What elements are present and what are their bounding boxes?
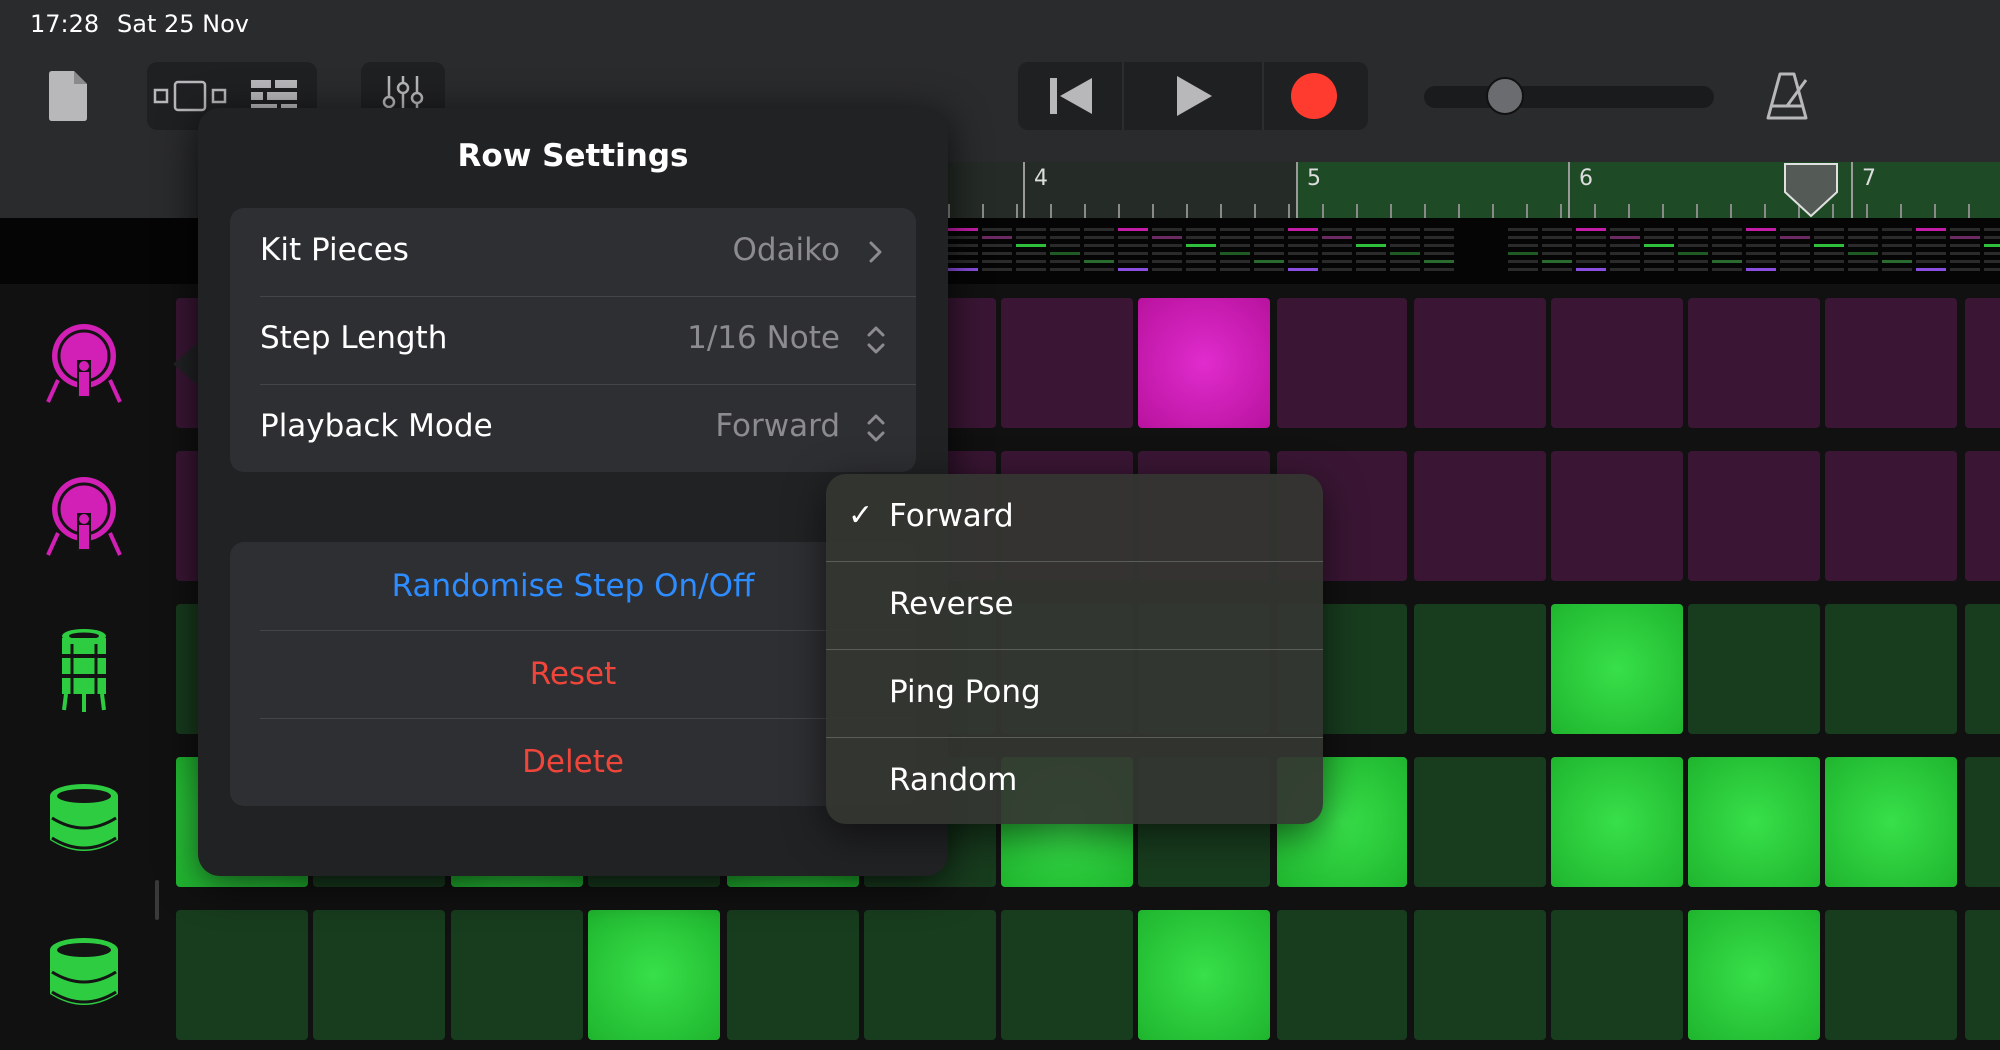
chevron-up-down-icon — [867, 414, 885, 442]
chevron-right-icon — [869, 241, 882, 263]
popover-title: Row Settings — [457, 138, 689, 174]
playback-mode-row[interactable]: Playback Mode Forward — [230, 384, 916, 472]
bar-number: 5 — [1307, 166, 1321, 191]
step-pad[interactable] — [1688, 910, 1820, 1040]
master-volume-thumb[interactable] — [1486, 77, 1524, 115]
chevron-up-down-icon — [867, 326, 885, 354]
settings-group: Kit Pieces Odaiko Step Length 1/16 Note … — [230, 208, 916, 472]
step-pad[interactable] — [727, 910, 859, 1040]
menu-item-ping-pong[interactable]: Ping Pong — [826, 650, 1323, 738]
taiko-drum-icon[interactable] — [44, 778, 124, 868]
bar-number: 6 — [1579, 166, 1593, 191]
step-pad[interactable] — [1825, 604, 1957, 734]
step-pad[interactable] — [1688, 298, 1820, 428]
menu-item-reverse[interactable]: Reverse — [826, 562, 1323, 650]
step-length-label: Step Length — [260, 320, 448, 356]
document-icon[interactable] — [46, 70, 90, 122]
step-pad[interactable] — [1551, 298, 1683, 428]
bar-number: 7 — [1862, 166, 1876, 191]
menu-item-label: Random — [889, 762, 1018, 798]
step-pad[interactable] — [1965, 757, 2000, 887]
skip-back-icon[interactable] — [1048, 76, 1094, 116]
timeline-ruler[interactable]: 4 5 6 7 — [948, 162, 2000, 218]
step-pad[interactable] — [1965, 451, 2000, 581]
snare-drum-icon[interactable] — [44, 624, 124, 714]
status-time: 17:28 — [30, 10, 100, 38]
menu-item-random[interactable]: Random — [826, 738, 1323, 824]
step-pad[interactable] — [1001, 910, 1133, 1040]
odaiko-drum-icon[interactable] — [44, 471, 124, 561]
step-pad[interactable] — [1688, 451, 1820, 581]
step-pad[interactable] — [1825, 451, 1957, 581]
step-pad[interactable] — [1414, 910, 1546, 1040]
reset-button[interactable]: Reset — [230, 630, 916, 718]
step-pad[interactable] — [1965, 298, 2000, 428]
transport-controls — [1018, 62, 1368, 130]
step-pad[interactable] — [1551, 910, 1683, 1040]
step-pad[interactable] — [864, 910, 996, 1040]
step-pad[interactable] — [1551, 604, 1683, 734]
record-icon[interactable] — [1290, 72, 1338, 120]
step-pad[interactable] — [313, 910, 445, 1040]
menu-item-label: Ping Pong — [889, 674, 1041, 710]
delete-button[interactable]: Delete — [230, 718, 916, 806]
step-pad[interactable] — [1277, 298, 1407, 428]
checkmark-icon: ✓ — [848, 498, 874, 533]
step-pad[interactable] — [451, 910, 583, 1040]
kit-pieces-row[interactable]: Kit Pieces Odaiko — [230, 208, 916, 296]
step-pad[interactable] — [1138, 910, 1270, 1040]
menu-item-label: Reverse — [889, 586, 1014, 622]
step-pad[interactable] — [1965, 910, 2000, 1040]
metronome-icon[interactable] — [1764, 70, 1810, 122]
step-pad[interactable] — [1277, 910, 1407, 1040]
step-pad[interactable] — [1551, 451, 1683, 581]
actions-group: Randomise Step On/Off Reset Delete — [230, 542, 916, 806]
odaiko-drum-icon[interactable] — [44, 318, 124, 408]
step-pad[interactable] — [1825, 910, 1957, 1040]
kit-pieces-label: Kit Pieces — [260, 232, 409, 268]
pattern-overview-steps — [948, 228, 2000, 276]
step-pad[interactable] — [1965, 604, 2000, 734]
taiko-drum-icon[interactable] — [44, 932, 124, 1022]
step-pad[interactable] — [1414, 451, 1546, 581]
status-date: Sat 25 Nov — [117, 10, 249, 38]
step-pad[interactable] — [1414, 298, 1546, 428]
master-volume-slider[interactable] — [1424, 86, 1714, 108]
popover-arrow — [173, 342, 199, 386]
step-pad[interactable] — [1551, 757, 1683, 887]
row-resize-handle[interactable] — [155, 880, 159, 920]
step-pad[interactable] — [1001, 298, 1133, 428]
playhead-marker[interactable] — [1783, 162, 1839, 218]
menu-item-label: Forward — [889, 498, 1014, 534]
randomise-button[interactable]: Randomise Step On/Off — [230, 542, 916, 630]
step-pad[interactable] — [588, 910, 720, 1040]
step-pad[interactable] — [1414, 757, 1546, 887]
step-pad[interactable] — [1825, 757, 1957, 887]
step-pad[interactable] — [176, 910, 308, 1040]
play-icon[interactable] — [1174, 74, 1214, 118]
step-pad[interactable] — [1688, 604, 1820, 734]
menu-item-forward[interactable]: ✓ Forward — [826, 474, 1323, 562]
step-pad[interactable] — [1688, 757, 1820, 887]
step-pad[interactable] — [1414, 604, 1546, 734]
step-length-value: 1/16 Note — [687, 320, 840, 356]
playback-mode-label: Playback Mode — [260, 408, 493, 444]
bar-number: 4 — [1034, 166, 1048, 191]
playback-mode-value: Forward — [715, 408, 840, 444]
step-pad[interactable] — [1138, 298, 1270, 428]
step-pad[interactable] — [1825, 298, 1957, 428]
playback-mode-menu: ✓ Forward Reverse Ping Pong Random — [826, 474, 1323, 824]
step-length-row[interactable]: Step Length 1/16 Note — [230, 296, 916, 384]
kit-pieces-value: Odaiko — [732, 232, 840, 268]
